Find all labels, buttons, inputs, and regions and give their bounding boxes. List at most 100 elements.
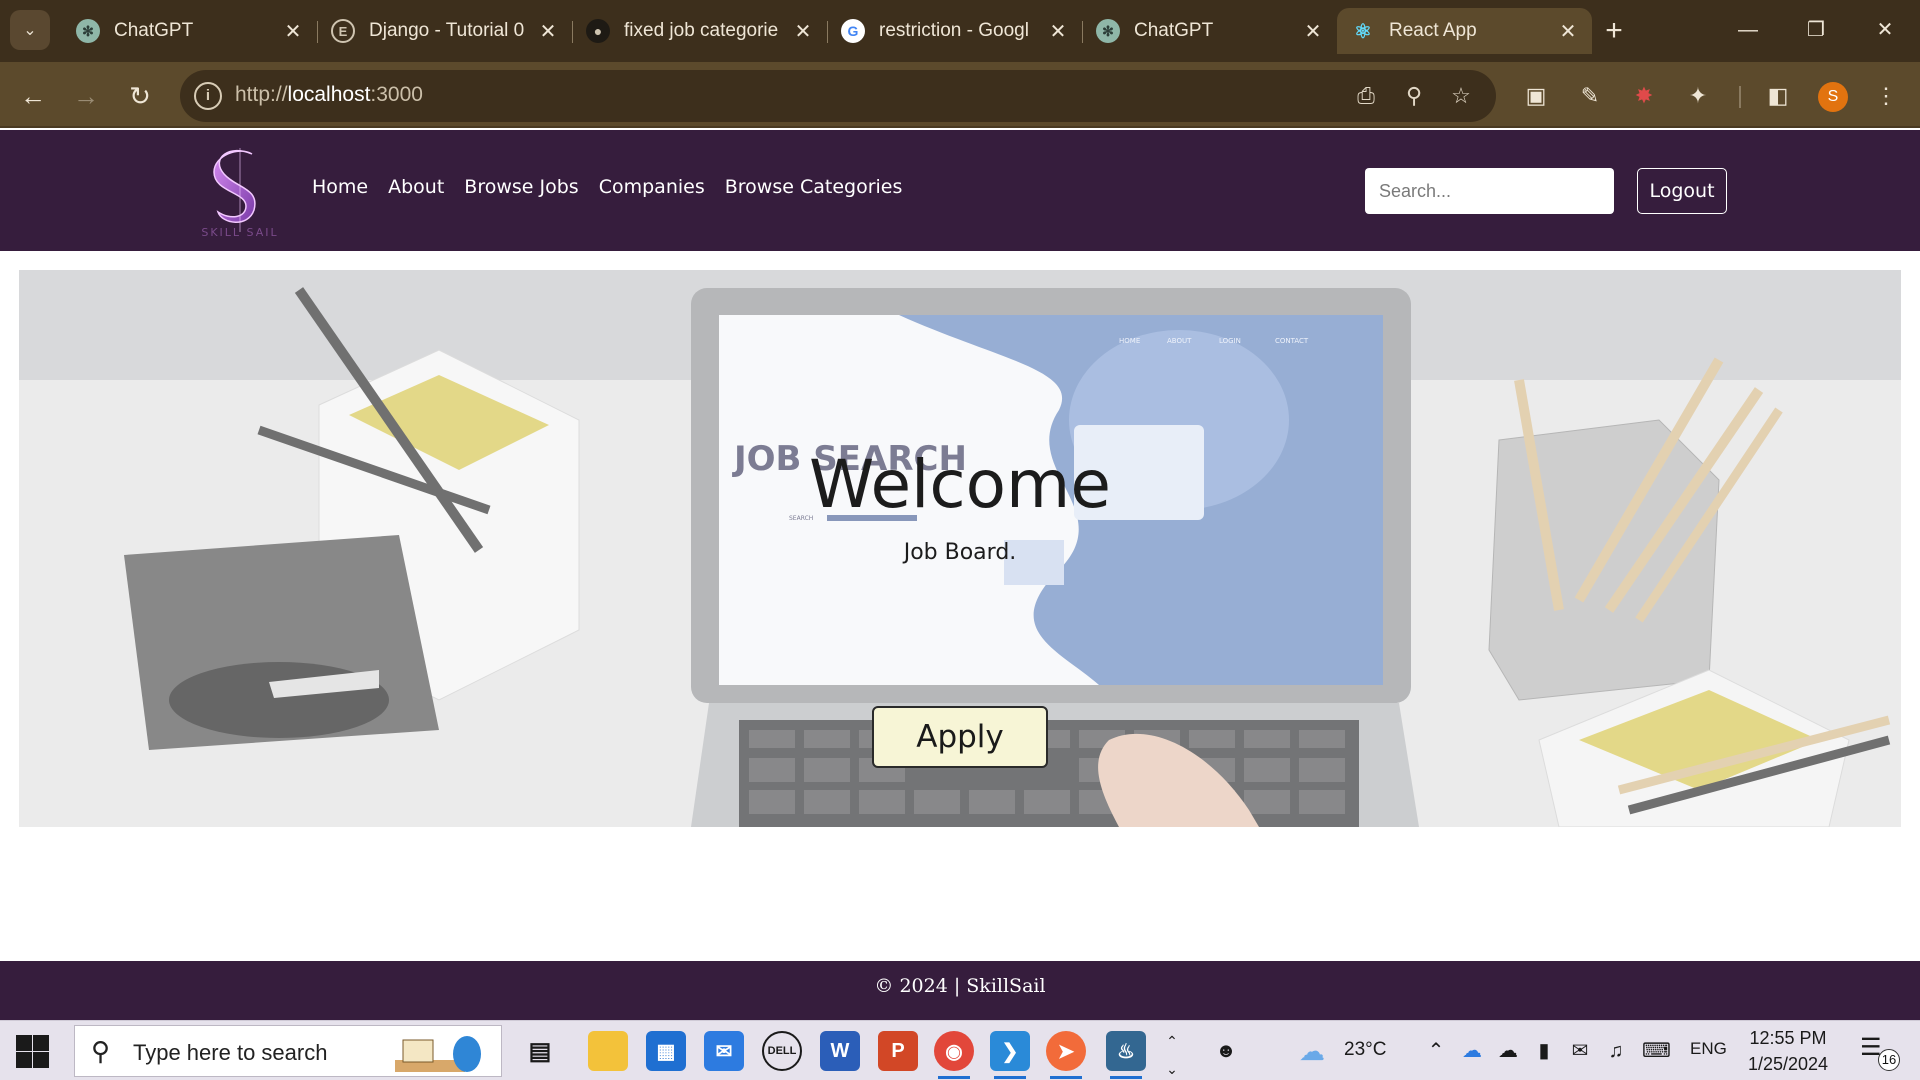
close-window-icon[interactable]: ✕	[1855, 10, 1915, 50]
browser-toolbar: ← → ↻ i http://localhost:3000 ⎙ ⚲ ☆ ▣ ✎ …	[0, 62, 1920, 128]
microsoft-store-icon[interactable]: ▦	[646, 1031, 686, 1071]
tray-overflow-icon[interactable]: ⌃ ⌄	[1158, 1027, 1186, 1077]
skillsail-logo[interactable]: SKILL SAIL	[190, 140, 290, 240]
svg-text:SKILL SAIL: SKILL SAIL	[201, 226, 278, 239]
address-bar[interactable]: i http://localhost:3000 ⎙ ⚲ ☆	[180, 70, 1496, 122]
postgresql-icon[interactable]: ♨	[1106, 1031, 1146, 1079]
chatgpt-icon: ✻	[1096, 19, 1120, 43]
browser-tab[interactable]: G restriction - Googl ✕	[827, 8, 1082, 54]
nav-link-about[interactable]: About	[388, 176, 444, 198]
postman-icon[interactable]: ➤	[1046, 1031, 1086, 1079]
toolbar-divider	[1739, 86, 1741, 108]
tab-search-chevron-icon[interactable]: ⌄	[10, 10, 50, 50]
windows-taskbar: ⚲ Type here to search ▤ ▦ ✉ DELL W P ◉ ❯…	[0, 1020, 1920, 1080]
nav-link-companies[interactable]: Companies	[599, 176, 705, 198]
chrome-icon[interactable]: ◉	[934, 1031, 974, 1079]
weather-cloud-icon: ☁	[1299, 1036, 1325, 1066]
extensions-puzzle-icon[interactable]: ✦	[1678, 76, 1718, 116]
django-e-icon: E	[331, 19, 355, 43]
nav-link-browse-categories[interactable]: Browse Categories	[725, 176, 903, 198]
browser-tab[interactable]: ✻ ChatGPT ✕	[1082, 8, 1337, 54]
footer-copyright: © 2024 | SkillSail	[874, 975, 1046, 997]
tab-title: React App	[1389, 20, 1477, 41]
tab-title: Django - Tutorial 0	[369, 20, 525, 41]
powerpoint-icon[interactable]: P	[878, 1031, 918, 1071]
tab-close-icon[interactable]: ✕	[793, 19, 813, 44]
logout-button[interactable]: Logout	[1637, 168, 1727, 214]
github-icon: ●	[586, 19, 610, 43]
chatgpt-icon: ✻	[76, 19, 100, 43]
react-icon: ⚛	[1354, 20, 1372, 43]
hero-banner: HOME ABOUT LOGIN CONTACT JOB SEARCH SEAR…	[19, 270, 1901, 827]
picture-in-picture-icon[interactable]: ▣	[1516, 76, 1556, 116]
back-arrow-icon[interactable]: ←	[13, 76, 53, 116]
clock-time: 12:55 PM	[1749, 1028, 1827, 1048]
tab-close-icon[interactable]: ✕	[538, 19, 558, 44]
red-extension-icon[interactable]: ✸	[1624, 76, 1664, 116]
search-icon: ⚲	[91, 1036, 111, 1066]
tab-close-icon[interactable]: ✕	[1303, 19, 1323, 44]
reload-icon[interactable]: ↻	[120, 76, 160, 116]
side-panel-icon[interactable]: ◧	[1758, 76, 1798, 116]
profile-avatar[interactable]: S	[1818, 82, 1848, 112]
new-tab-button[interactable]: +	[1596, 14, 1632, 50]
forward-arrow-icon[interactable]: →	[66, 76, 106, 116]
dell-icon[interactable]: DELL	[762, 1031, 802, 1071]
tab-title: fixed job categorie	[624, 20, 779, 41]
nav-links: Home About Browse Jobs Companies Browse …	[312, 176, 922, 198]
people-icon[interactable]: ☻	[1212, 1037, 1240, 1065]
sync-cloud-icon[interactable]: ☁	[1494, 1037, 1522, 1065]
windows-start-icon[interactable]	[14, 1033, 50, 1069]
tab-close-icon[interactable]: ✕	[283, 19, 303, 44]
keyboard-icon[interactable]: ⌨	[1642, 1037, 1671, 1065]
show-hidden-icons-chevron[interactable]: ⌃	[1422, 1037, 1450, 1065]
volume-icon[interactable]: ♫	[1602, 1037, 1630, 1065]
mail-icon[interactable]: ✉	[704, 1031, 744, 1071]
file-explorer-icon[interactable]	[588, 1031, 628, 1071]
tab-close-icon[interactable]: ✕	[1048, 19, 1068, 44]
bookmark-star-icon[interactable]: ☆	[1445, 80, 1477, 112]
hero-title: Welcome	[809, 446, 1111, 523]
color-picker-extension-icon[interactable]: ✎	[1570, 76, 1610, 116]
browser-tab-strip: ⌄ ✻ ChatGPT ✕ E Django - Tutorial 0 ✕ ● …	[0, 0, 1920, 62]
onedrive-icon[interactable]: ☁	[1458, 1037, 1486, 1065]
search-input[interactable]	[1365, 168, 1614, 214]
nav-link-browse-jobs[interactable]: Browse Jobs	[464, 176, 578, 198]
menu-kebab-icon[interactable]: ⋮	[1866, 76, 1906, 116]
browser-tab[interactable]: E Django - Tutorial 0 ✕	[317, 8, 572, 54]
tab-close-icon[interactable]: ✕	[1558, 19, 1578, 44]
google-icon: G	[841, 19, 865, 43]
app-navbar: SKILL SAIL Home About Browse Jobs Compan…	[0, 130, 1920, 251]
taskbar-search-placeholder: Type here to search	[133, 1040, 328, 1065]
tab-list: ✻ ChatGPT ✕ E Django - Tutorial 0 ✕ ● fi…	[62, 8, 1592, 62]
browser-tab-active[interactable]: ⚛ React App ✕	[1337, 8, 1592, 54]
tab-title: ChatGPT	[114, 20, 194, 41]
nav-link-home[interactable]: Home	[312, 176, 368, 198]
hero-subtitle: Job Board.	[903, 540, 1017, 565]
restore-icon[interactable]: ❐	[1786, 10, 1846, 50]
notification-center-icon[interactable]: ☰ 16	[1860, 1033, 1900, 1071]
search-highlight-illustration	[395, 1036, 481, 1072]
system-clock[interactable]: 12:55 PM 1/25/2024	[1738, 1025, 1838, 1077]
tab-title: restriction - Googl	[879, 20, 1029, 41]
word-icon[interactable]: W	[820, 1031, 860, 1071]
install-app-icon[interactable]: ⎙	[1350, 80, 1382, 112]
wifi-icon[interactable]: ✉	[1566, 1037, 1594, 1065]
apply-button[interactable]: Apply	[872, 706, 1048, 768]
input-language[interactable]: ENG	[1690, 1039, 1727, 1059]
browser-tab[interactable]: ● fixed job categorie ✕	[572, 8, 827, 54]
url-text[interactable]: http://localhost:3000	[235, 83, 423, 107]
battery-icon[interactable]: ▮	[1530, 1037, 1558, 1065]
clock-date: 1/25/2024	[1747, 1054, 1829, 1074]
weather-temperature[interactable]: 23°C	[1344, 1039, 1386, 1061]
minimize-icon[interactable]: —	[1718, 10, 1778, 50]
browser-tab[interactable]: ✻ ChatGPT ✕	[62, 8, 317, 54]
zoom-icon[interactable]: ⚲	[1398, 80, 1430, 112]
tab-title: ChatGPT	[1134, 20, 1214, 41]
task-view-icon[interactable]: ▤	[520, 1031, 560, 1071]
taskbar-search-box[interactable]: ⚲ Type here to search	[74, 1025, 502, 1077]
app-footer: © 2024 | SkillSail	[0, 961, 1920, 1020]
notification-count-badge: 16	[1878, 1049, 1900, 1071]
site-info-icon[interactable]: i	[194, 82, 222, 110]
vscode-icon[interactable]: ❯	[990, 1031, 1030, 1079]
